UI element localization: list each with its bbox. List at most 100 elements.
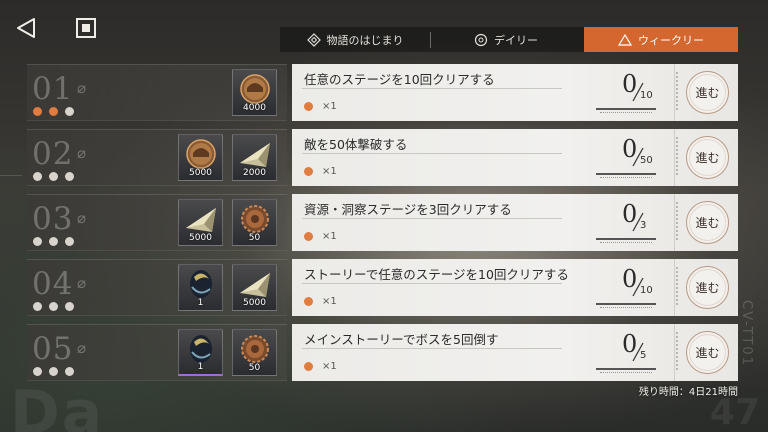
gear-core-icon — [241, 205, 269, 233]
mission-reward-panel: 03 ⌀ 5000 50 — [27, 194, 287, 251]
reward-item[interactable]: 5000 — [178, 199, 223, 246]
go-divider-mark — [676, 137, 678, 177]
background-vertical-code: CV-TT01 — [739, 300, 754, 367]
progress-bar-ticks — [600, 242, 652, 245]
mission-task-panel: 任意のステージを10回クリアする ×1 0 10 進む — [292, 64, 738, 121]
mission-reward-panel: 05 ⌀ 1 50 — [27, 324, 287, 381]
reward-dot-icon — [304, 167, 313, 176]
phi-deco-icon: ⌀ — [77, 209, 87, 227]
stage-dots — [33, 367, 74, 376]
phi-deco-icon: ⌀ — [77, 339, 87, 357]
go-divider-mark — [676, 202, 678, 242]
go-button[interactable]: 進む — [686, 136, 729, 179]
mission-number: 01 — [32, 71, 74, 107]
reward-item[interactable]: 1 — [178, 264, 223, 311]
coin-reward-icon — [240, 74, 270, 104]
progress-bar — [596, 108, 656, 110]
mission-reward-panel: 04 ⌀ 1 5000 — [27, 259, 287, 316]
go-divider-mark — [676, 267, 678, 307]
go-button-label: 進む — [695, 281, 720, 295]
reward-count: 5000 — [243, 298, 266, 308]
go-button-area: 進む — [674, 194, 738, 251]
reward-item[interactable]: 50 — [232, 199, 277, 246]
go-button-label: 進む — [695, 151, 720, 165]
stage-dots — [33, 302, 74, 311]
reward-item[interactable]: 4000 — [232, 69, 277, 116]
tab-weekly[interactable]: ウィークリー — [584, 27, 738, 52]
stage-dot — [33, 237, 42, 246]
task-divider — [302, 218, 562, 219]
reward-count: 1 — [197, 362, 204, 372]
mission-row: 04 ⌀ 1 5000 ストーリーで任意のステージを10回クリアする ×1 0 10 進む — [27, 259, 738, 316]
stage-dot — [65, 367, 74, 376]
progress-bar-ticks — [600, 112, 652, 115]
mission-task-panel: メインストーリーでボスを5回倒す ×1 0 5 進む — [292, 324, 738, 381]
reward-item[interactable]: 5000 — [232, 264, 277, 311]
stage-dot — [49, 107, 58, 116]
reward-dot-icon — [304, 362, 313, 371]
progress-total: 3 — [640, 220, 647, 231]
mission-tab-bar: 物語のはじまり デイリー ウィークリー — [280, 27, 738, 52]
go-button[interactable]: 進む — [686, 201, 729, 244]
reward-quantity: ×1 — [322, 231, 337, 242]
stage-dot — [65, 302, 74, 311]
progress-bar-ticks — [600, 177, 652, 180]
progress-counter: 05 — [592, 330, 672, 375]
background-divider — [0, 175, 22, 176]
reward-item[interactable]: 2000 — [232, 134, 277, 181]
reward-item[interactable]: 50 — [232, 329, 277, 376]
go-button[interactable]: 進む — [686, 71, 729, 114]
reward-count: 5000 — [189, 233, 212, 243]
mission-number: 05 — [32, 331, 74, 367]
mission-reward-panel: 01 ⌀ 4000 — [27, 64, 287, 121]
mission-task-panel: 敵を50体撃破する ×1 0 50 進む — [292, 129, 738, 186]
progress-total: 50 — [640, 155, 653, 166]
mission-row: 03 ⌀ 5000 50 資源・洞察ステージを3回クリアする ×1 0 3 進む — [27, 194, 738, 251]
back-arrow-icon — [17, 18, 35, 38]
tab-daily-label: デイリー — [494, 33, 538, 47]
mission-row: 01 ⌀ 4000 任意のステージを10回クリアする ×1 0 10 進む — [27, 64, 738, 121]
home-square-icon — [76, 18, 96, 38]
task-divider — [302, 153, 562, 154]
reward-count: 50 — [248, 363, 261, 373]
mission-number: 03 — [32, 201, 74, 237]
tab-daily[interactable]: デイリー — [430, 27, 582, 52]
tab-story-beginning[interactable]: 物語のはじまり — [280, 27, 430, 52]
reward-count: 5000 — [189, 168, 212, 178]
go-button[interactable]: 進む — [686, 266, 729, 309]
reward-quantity: ×1 — [322, 166, 337, 177]
go-button-label: 進む — [695, 346, 720, 360]
mission-task-panel: 資源・洞察ステージを3回クリアする ×1 0 3 進む — [292, 194, 738, 251]
stage-dots — [33, 107, 74, 116]
reward-quantity: ×1 — [322, 101, 337, 112]
go-button-area: 進む — [674, 324, 738, 381]
progress-bar — [596, 368, 656, 370]
reward-item[interactable]: 1 — [178, 329, 223, 376]
progress-bar-ticks — [600, 372, 652, 375]
mission-task-text: 任意のステージを10回クリアする — [304, 72, 495, 87]
go-button-label: 進む — [695, 216, 720, 230]
orb-reward-icon — [190, 270, 212, 298]
stage-dot — [49, 237, 58, 246]
go-button[interactable]: 進む — [686, 331, 729, 374]
go-button-label: 進む — [695, 86, 720, 100]
reward-dot-icon — [304, 297, 313, 306]
crystal-shard-icon — [240, 273, 270, 297]
home-button[interactable] — [74, 16, 98, 40]
reward-quantity: ×1 — [322, 361, 337, 372]
go-divider-mark — [676, 72, 678, 112]
gear-core-icon — [241, 335, 269, 363]
back-button[interactable] — [14, 16, 38, 40]
mission-number: 02 — [32, 136, 74, 172]
stage-dot — [65, 237, 74, 246]
crystal-shard-icon — [186, 208, 216, 232]
go-button-area: 進む — [674, 259, 738, 316]
stage-dot — [49, 172, 58, 181]
phi-deco-icon: ⌀ — [77, 79, 87, 97]
task-divider — [302, 348, 562, 349]
reward-item[interactable]: 5000 — [178, 134, 223, 181]
mission-task-text: 敵を50体撃破する — [304, 137, 408, 152]
progress-counter: 0 50 — [592, 135, 672, 180]
stage-dot — [65, 107, 74, 116]
reward-count: 1 — [197, 298, 204, 308]
